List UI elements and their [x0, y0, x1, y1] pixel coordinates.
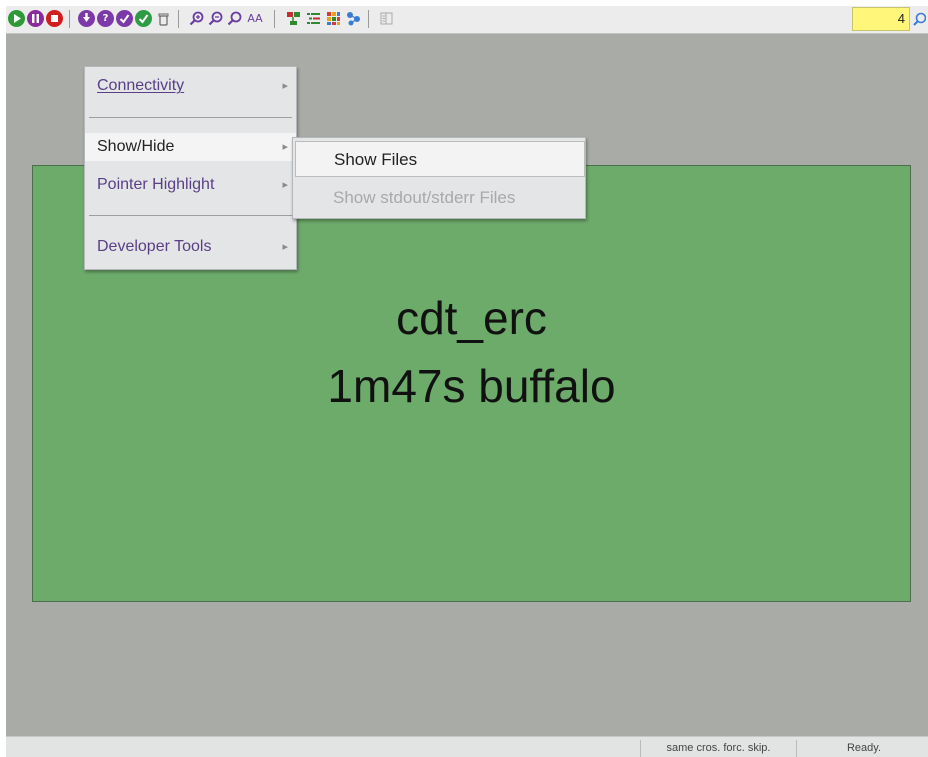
zoom-out-icon[interactable] — [207, 10, 224, 27]
application-window: ? AA 4 cdt_erc 1m47s buffalo Connectivit… — [6, 6, 928, 757]
menu-item-label: Pointer Highlight — [97, 176, 215, 193]
menu-item-pointer-highlight[interactable]: Pointer Highlight ▸ — [85, 171, 296, 199]
status-message: Ready. — [846, 742, 882, 754]
toolbar-separator — [368, 10, 369, 28]
status-bar: same cros. forc. skip. Ready. — [6, 736, 928, 757]
zoom-in-icon[interactable] — [188, 10, 205, 27]
menu-separator — [89, 215, 292, 216]
show-hide-submenu: Show Files Show stdout/stderr Files — [292, 137, 586, 219]
zoom-search-icon[interactable] — [912, 11, 927, 27]
menu-item-label: Show/Hide — [97, 138, 175, 155]
menu-item-label: Developer Tools — [97, 238, 212, 255]
check-icon[interactable] — [135, 10, 152, 27]
stop-icon[interactable] — [46, 10, 63, 27]
play-icon[interactable] — [8, 10, 25, 27]
submenu-arrow-icon: ▸ — [282, 241, 288, 253]
menu-item-label: Connectivity — [97, 77, 185, 94]
menu-item-developer-tools[interactable]: Developer Tools ▸ — [85, 233, 296, 261]
menu-item-show-hide[interactable]: Show/Hide ▸ — [85, 133, 296, 161]
menu-item-connectivity[interactable]: Connectivity ▸ — [85, 72, 296, 100]
submenu-arrow-icon: ▸ — [282, 141, 288, 153]
submenu-arrow-icon: ▸ — [282, 179, 288, 191]
share-icon[interactable] — [345, 10, 362, 27]
toolbar-separator — [178, 10, 179, 28]
pause-icon[interactable] — [27, 10, 44, 27]
node-name: cdt_erc — [396, 292, 547, 344]
tree-icon[interactable] — [285, 10, 302, 27]
submenu-item-show-stdout-stderr-files: Show stdout/stderr Files — [333, 188, 516, 207]
download-icon[interactable] — [78, 10, 95, 27]
help-icon[interactable]: ? — [97, 10, 114, 27]
zoom-level-field[interactable]: 4 — [852, 7, 910, 31]
zoom-reset-icon[interactable] — [226, 10, 243, 27]
toolbar-separator — [69, 10, 70, 28]
panel-icon[interactable] — [378, 10, 395, 27]
submenu-item-show-files[interactable]: Show Files — [295, 141, 585, 177]
list-icon[interactable] — [305, 10, 322, 27]
font-size-icon[interactable]: AA — [244, 10, 266, 27]
menu-separator — [89, 117, 292, 118]
trash-icon[interactable] — [155, 10, 172, 27]
node-details: 1m47s buffalo — [327, 360, 616, 412]
toolbar-separator — [274, 10, 275, 28]
submenu-arrow-icon: ▸ — [282, 80, 288, 92]
toolbar: ? AA 4 — [6, 6, 928, 34]
status-flags: same cros. forc. skip. — [640, 740, 797, 757]
font-size-label: AA — [247, 12, 263, 25]
grid-icon[interactable] — [325, 10, 342, 27]
info-icon[interactable] — [116, 10, 133, 27]
context-menu: Connectivity ▸ Show/Hide ▸ Pointer Highl… — [84, 66, 297, 270]
